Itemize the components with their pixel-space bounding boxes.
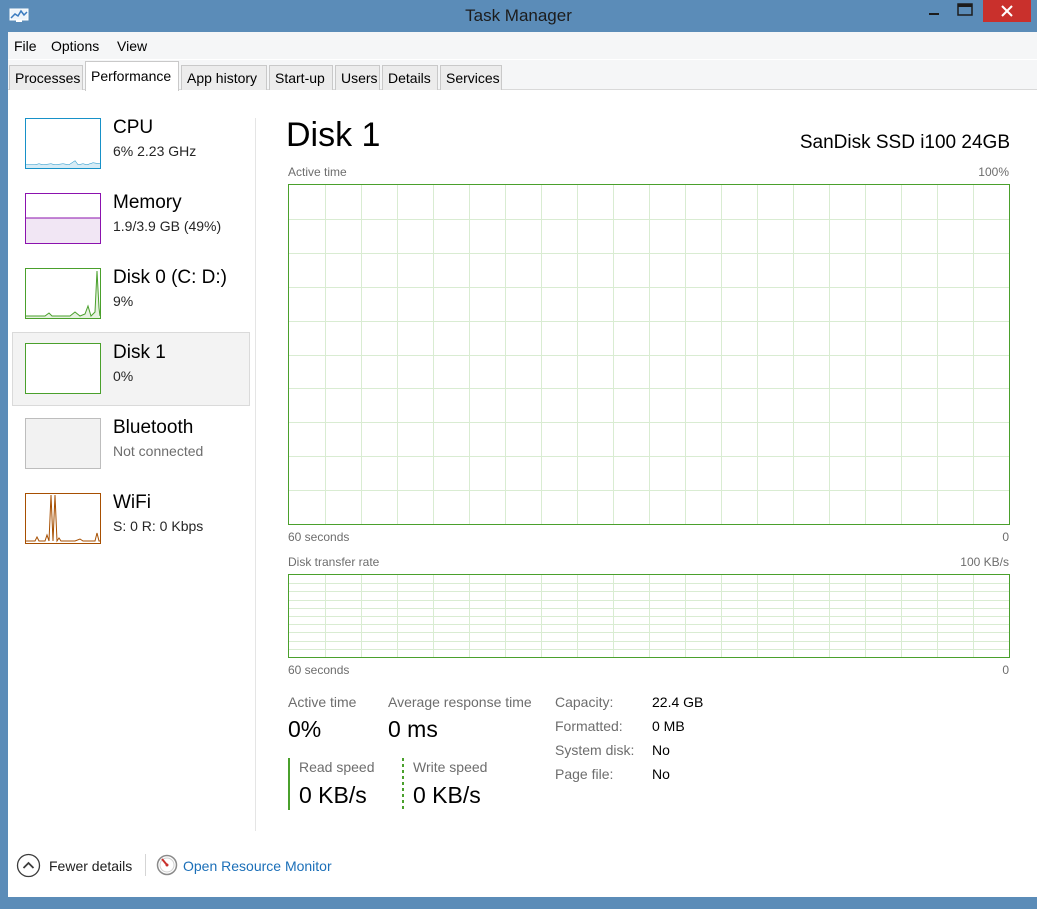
active-time-graph-label: Active time	[288, 165, 347, 179]
sidebar-item-title: CPU	[113, 117, 154, 138]
page-file-label: Page file:	[555, 766, 614, 782]
sidebar-item-title: WiFi	[113, 492, 151, 513]
fewer-details-button[interactable]: Fewer details	[16, 852, 141, 880]
tab-processes[interactable]: Processes	[9, 65, 83, 90]
formatted-value: 0 MB	[652, 718, 685, 734]
chevron-up-icon	[16, 853, 41, 878]
transfer-rate-graph	[288, 574, 1010, 658]
open-resource-monitor-label: Open Resource Monitor	[183, 858, 332, 874]
tab-performance[interactable]: Performance	[85, 61, 179, 91]
disk-1-thumbnail	[25, 343, 101, 394]
sidebar-item-title: Disk 0 (C: D:)	[113, 267, 227, 288]
sidebar-item-wifi[interactable]: WiFi S: 0 R: 0 Kbps	[12, 482, 250, 556]
read-speed-label: Read speed	[299, 759, 375, 775]
sidebar-item-cpu[interactable]: CPU 6% 2.23 GHz	[12, 107, 250, 181]
transfer-rate-grid	[289, 575, 1009, 657]
disk-0-thumbnail	[25, 268, 101, 319]
maximize-icon[interactable]	[950, 0, 980, 22]
sidebar-divider	[255, 118, 256, 831]
tab-services[interactable]: Services	[440, 65, 502, 90]
capacity-label: Capacity:	[555, 694, 614, 710]
bluetooth-thumbnail	[25, 418, 101, 469]
tab-details[interactable]: Details	[382, 65, 438, 90]
menu-view[interactable]: View	[117, 38, 147, 54]
sidebar-item-subtitle: 1.9/3.9 GB (49%)	[113, 218, 222, 234]
tab-users[interactable]: Users	[335, 65, 380, 90]
sidebar-item-subtitle: S: 0 R: 0 Kbps	[113, 518, 204, 534]
write-speed-marker	[402, 758, 404, 810]
active-time-grid	[289, 185, 1009, 524]
transfer-rate-graph-duration: 60 seconds	[288, 663, 350, 677]
write-speed-value: 0 KB/s	[413, 782, 481, 808]
response-time-label: Average response time	[388, 694, 532, 710]
tab-bar: Processes Performance App history Start-…	[8, 60, 1037, 91]
sidebar-item-subtitle: 6% 2.23 GHz	[113, 143, 197, 159]
open-resource-monitor-link[interactable]: Open Resource Monitor	[156, 852, 346, 880]
read-speed-marker	[288, 758, 290, 810]
sidebar-item-title: Bluetooth	[113, 417, 194, 438]
title-bar[interactable]: Task Manager	[0, 0, 1037, 32]
active-time-value: 0%	[288, 716, 322, 742]
wifi-thumbnail	[25, 493, 101, 544]
active-time-graph-min: 0	[1002, 530, 1009, 544]
active-time-graph	[288, 184, 1010, 525]
window-bottom-border	[0, 897, 1037, 909]
active-time-graph-max: 100%	[978, 165, 1009, 179]
tab-app-history[interactable]: App history	[181, 65, 267, 90]
system-disk-value: No	[652, 742, 670, 758]
menu-options[interactable]: Options	[51, 38, 99, 54]
read-speed-value: 0 KB/s	[299, 782, 367, 808]
memory-thumbnail	[25, 193, 101, 244]
response-time-value: 0 ms	[388, 716, 438, 742]
menu-bar: File Options View	[8, 32, 1037, 59]
page-title: Disk 1	[286, 116, 381, 154]
sidebar-item-bluetooth[interactable]: Bluetooth Not connected	[12, 407, 250, 481]
fewer-details-label: Fewer details	[49, 858, 133, 874]
active-time-label: Active time	[288, 694, 357, 710]
transfer-rate-graph-min: 0	[1002, 663, 1009, 677]
window-title: Task Manager	[465, 6, 572, 25]
formatted-label: Formatted:	[555, 718, 623, 734]
sidebar-item-subtitle: Not connected	[113, 443, 204, 459]
disk-model-name: SanDisk SSD i100 24GB	[799, 132, 1010, 153]
active-time-graph-duration: 60 seconds	[288, 530, 350, 544]
menu-file[interactable]: File	[14, 38, 37, 54]
close-icon[interactable]	[983, 0, 1031, 22]
sidebar-item-subtitle: 9%	[113, 293, 134, 309]
system-disk-label: System disk:	[555, 742, 635, 758]
task-manager-window: Task Manager File Options View Processes…	[0, 0, 1037, 909]
window-client-area: File Options View Processes Performance …	[8, 32, 1037, 897]
write-speed-label: Write speed	[413, 759, 488, 775]
sidebar-item-disk-1[interactable]: Disk 1 0%	[12, 332, 250, 406]
capacity-value: 22.4 GB	[652, 694, 704, 710]
tab-start-up[interactable]: Start-up	[269, 65, 333, 90]
sidebar-item-memory[interactable]: Memory 1.9/3.9 GB (49%)	[12, 182, 250, 256]
footer-separator	[145, 854, 146, 876]
sidebar-item-disk-0[interactable]: Disk 0 (C: D:) 9%	[12, 257, 250, 331]
sidebar-item-title: Memory	[113, 192, 182, 213]
sidebar-item-title: Disk 1	[113, 342, 166, 363]
sidebar-item-subtitle: 0%	[113, 368, 134, 384]
page-file-value: No	[652, 766, 670, 782]
resource-monitor-icon	[156, 854, 178, 876]
cpu-thumbnail	[25, 118, 101, 169]
transfer-rate-graph-max: 100 KB/s	[960, 555, 1009, 569]
minimize-icon[interactable]	[920, 0, 948, 22]
transfer-rate-graph-label: Disk transfer rate	[288, 555, 380, 569]
